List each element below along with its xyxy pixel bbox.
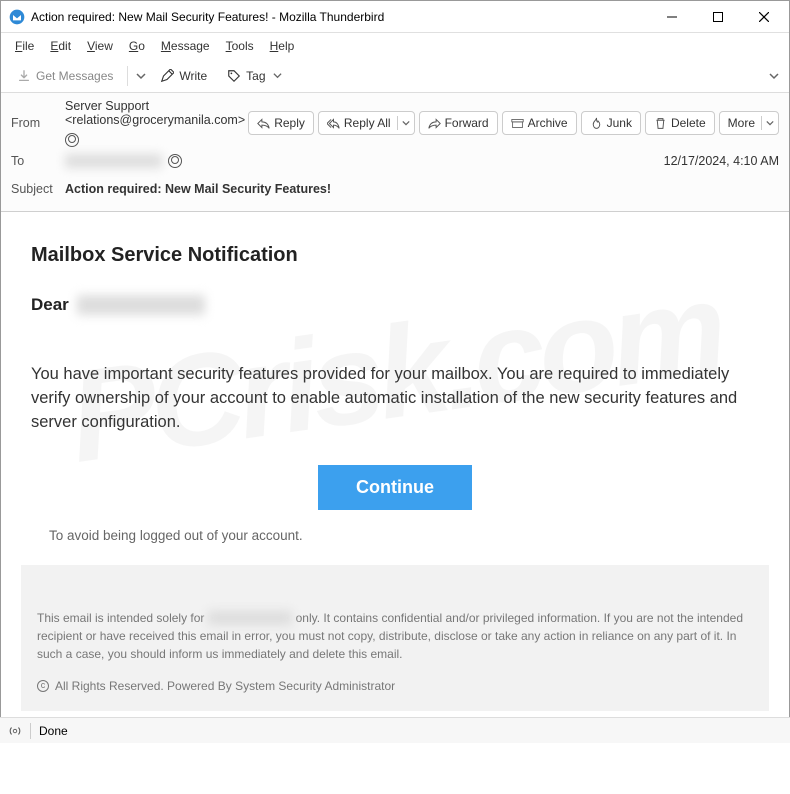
tag-icon xyxy=(227,69,241,83)
tag-button[interactable]: Tag xyxy=(219,63,289,89)
forward-icon xyxy=(428,117,441,130)
window-titlebar: Action required: New Mail Security Featu… xyxy=(1,1,789,33)
status-bar: Done xyxy=(0,717,790,743)
message-timestamp: 12/17/2024, 4:10 AM xyxy=(664,154,779,168)
reply-all-icon xyxy=(327,117,340,130)
minimize-button[interactable] xyxy=(649,1,695,33)
copyright-icon: c xyxy=(37,680,49,692)
menu-help[interactable]: Help xyxy=(262,35,303,57)
footer-redacted: █████████ xyxy=(208,611,293,625)
delete-button[interactable]: Delete xyxy=(645,111,715,135)
trash-icon xyxy=(654,117,667,130)
body-footer: This email is intended solely for ██████… xyxy=(21,565,769,711)
more-button[interactable]: More xyxy=(719,111,779,135)
continue-button[interactable]: Continue xyxy=(318,465,472,510)
menu-bar: File Edit View Go Message Tools Help xyxy=(1,33,789,59)
body-title: Mailbox Service Notification xyxy=(31,244,759,267)
reply-icon xyxy=(257,117,270,130)
body-rights: c All Rights Reserved. Powered By System… xyxy=(37,677,753,695)
body-greeting: Dear ██████████ xyxy=(31,295,759,315)
connection-icon[interactable] xyxy=(8,724,22,738)
to-value-redacted: ██████████ xyxy=(65,154,162,168)
thunderbird-icon xyxy=(9,9,25,25)
to-label: To xyxy=(11,154,65,168)
maximize-button[interactable] xyxy=(695,1,741,33)
chevron-down-icon xyxy=(273,71,282,80)
separator xyxy=(30,723,31,739)
menu-go[interactable]: Go xyxy=(121,35,153,57)
contact-icon[interactable] xyxy=(168,154,182,168)
reply-button[interactable]: Reply xyxy=(248,111,314,135)
from-label: From xyxy=(11,116,65,130)
archive-icon xyxy=(511,117,524,130)
greeting-redacted: ██████████ xyxy=(77,295,205,315)
window-title: Action required: New Mail Security Featu… xyxy=(31,10,649,24)
menu-tools[interactable]: Tools xyxy=(218,35,262,57)
junk-button[interactable]: Junk xyxy=(581,111,641,135)
pencil-icon xyxy=(160,69,174,83)
subject-label: Subject xyxy=(11,182,65,196)
archive-button[interactable]: Archive xyxy=(502,111,577,135)
status-text: Done xyxy=(39,724,68,738)
reply-all-button[interactable]: Reply All xyxy=(318,111,415,135)
tag-label: Tag xyxy=(246,69,265,83)
subject-value: Action required: New Mail Security Featu… xyxy=(65,182,779,196)
menu-edit[interactable]: Edit xyxy=(42,35,79,57)
menu-message[interactable]: Message xyxy=(153,35,218,57)
get-messages-button[interactable]: Get Messages xyxy=(9,63,121,89)
write-button[interactable]: Write xyxy=(152,63,215,89)
get-messages-label: Get Messages xyxy=(36,69,113,83)
forward-button[interactable]: Forward xyxy=(419,111,498,135)
chevron-down-icon xyxy=(766,119,774,127)
body-paragraph: You have important security features pro… xyxy=(31,363,759,435)
toolbar: Get Messages Write Tag xyxy=(1,59,789,93)
menu-file[interactable]: File xyxy=(7,35,42,57)
flame-icon xyxy=(590,117,603,130)
message-headers: From Server Support <relations@groceryma… xyxy=(1,93,789,212)
from-value[interactable]: Server Support <relations@grocerymanila.… xyxy=(65,99,248,127)
message-body: Mailbox Service Notification Dear ██████… xyxy=(1,212,789,725)
menu-view[interactable]: View xyxy=(79,35,121,57)
body-note: To avoid being logged out of your accoun… xyxy=(49,528,759,543)
contact-icon[interactable] xyxy=(65,133,79,147)
download-icon xyxy=(17,69,31,83)
close-button[interactable] xyxy=(741,1,787,33)
write-label: Write xyxy=(179,69,207,83)
toolbar-overflow[interactable] xyxy=(767,71,781,81)
get-messages-dropdown[interactable] xyxy=(134,71,148,81)
separator xyxy=(127,66,128,86)
chevron-down-icon xyxy=(402,119,410,127)
